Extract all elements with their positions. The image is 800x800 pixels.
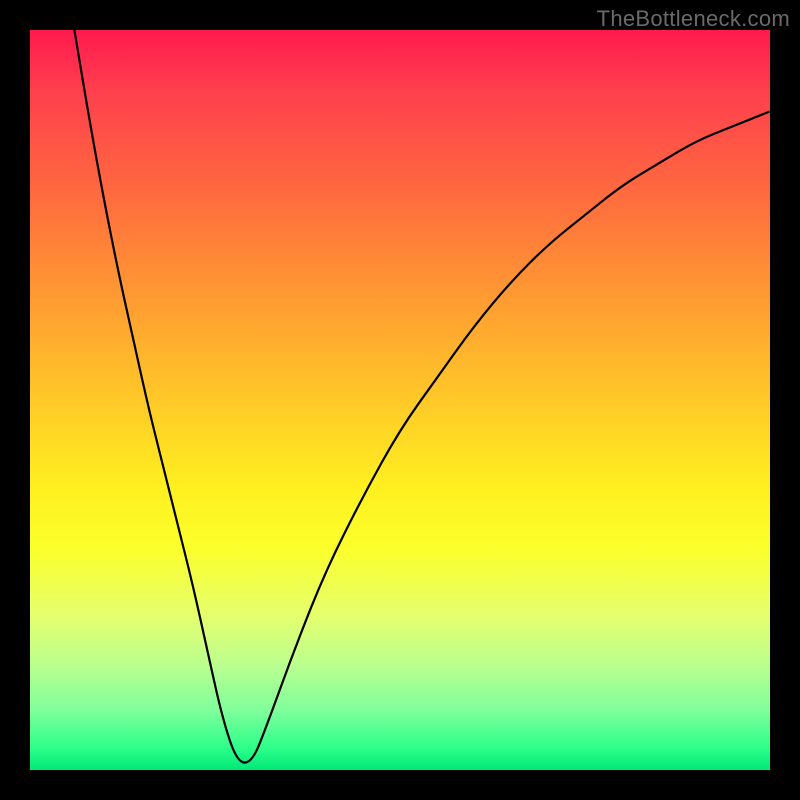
data-marker xyxy=(258,677,282,744)
data-marker xyxy=(284,596,308,663)
plot-area xyxy=(30,30,770,770)
data-marker xyxy=(305,530,331,596)
data-marker xyxy=(167,490,181,547)
watermark-text: TheBottleneck.com xyxy=(597,6,790,32)
data-marker xyxy=(201,638,214,696)
data-marker xyxy=(209,667,222,725)
chart-svg xyxy=(30,30,770,770)
data-marker xyxy=(180,551,197,620)
data-marker xyxy=(213,699,235,766)
data-marker xyxy=(175,519,189,576)
data-marker xyxy=(267,635,295,713)
data-marker xyxy=(192,595,207,664)
bottleneck-curve xyxy=(74,30,770,763)
data-marker xyxy=(156,447,173,516)
